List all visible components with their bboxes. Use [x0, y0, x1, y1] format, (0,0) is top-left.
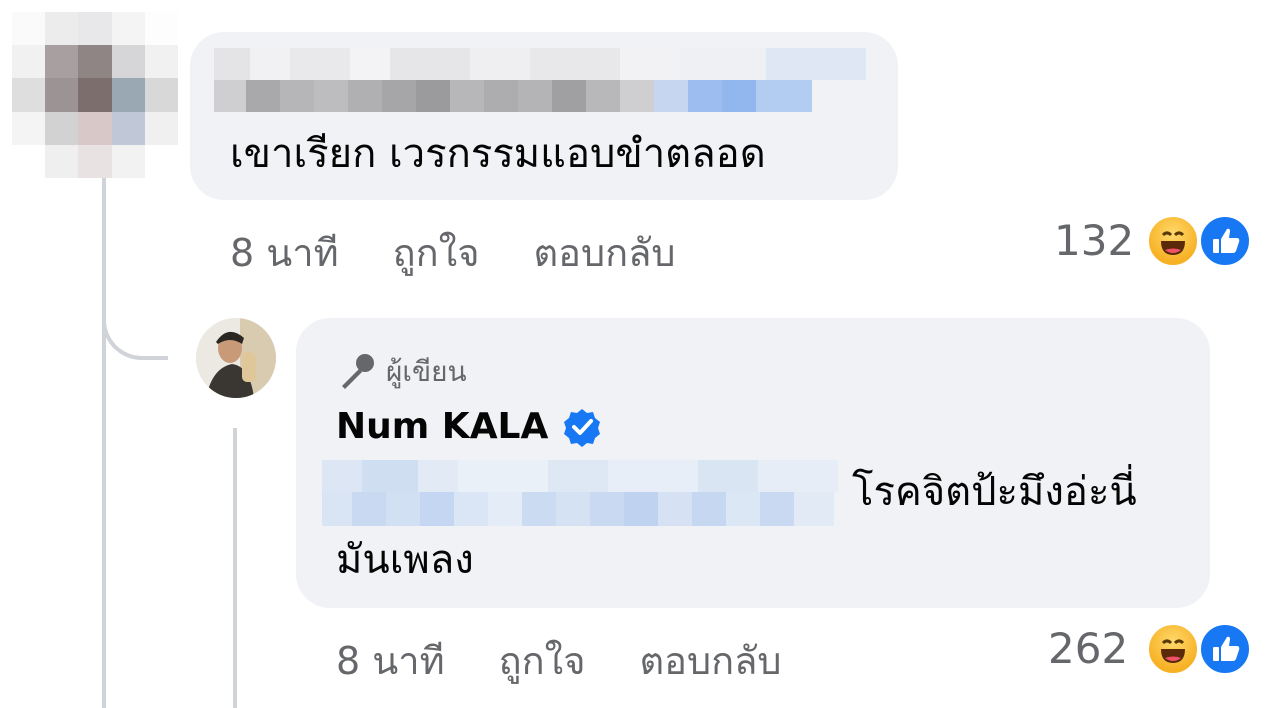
- reply-bubble: ผู้เขียน Num KALA โรคจิตป้ะมึงอ่ะนี่ มัน…: [296, 318, 1210, 608]
- comment-actions: 8 นาที ถูกใจ ตอบกลับ: [230, 222, 730, 283]
- reply-reply-button[interactable]: ตอบกลับ: [639, 630, 781, 691]
- reply-text-line1: โรคจิตป้ะมึงอ่ะนี่: [852, 469, 1137, 515]
- haha-icon[interactable]: [1146, 622, 1200, 676]
- blurred-author-tag: [214, 80, 866, 112]
- reply-like-button[interactable]: ถูกใจ: [499, 630, 586, 691]
- comment-bubble: เขาเรียก เวรกรรมแอบขำตลอด: [190, 32, 898, 200]
- reply-button[interactable]: ตอบกลับ: [533, 222, 675, 283]
- verified-badge-icon: [564, 408, 601, 447]
- blurred-mention-2: [322, 492, 838, 526]
- author-avatar[interactable]: [196, 318, 276, 398]
- author-badge: ผู้เขียน: [336, 350, 467, 394]
- reply-timestamp[interactable]: 8 นาที: [336, 630, 445, 691]
- comment-text: เขาเรียก เวรกรรมแอบขำตลอด: [230, 131, 766, 177]
- like-icon[interactable]: [1198, 214, 1252, 268]
- reply-thread-line: [233, 428, 237, 708]
- like-button[interactable]: ถูกใจ: [393, 222, 480, 283]
- like-icon[interactable]: [1198, 622, 1252, 676]
- reply-author[interactable]: Num KALA: [336, 406, 602, 447]
- reaction-count[interactable]: 132: [1054, 216, 1134, 265]
- haha-icon[interactable]: [1146, 214, 1200, 268]
- thread-connector: [102, 300, 168, 360]
- avatar[interactable]: [12, 12, 178, 178]
- reply-actions: 8 นาที ถูกใจ ตอบกลับ: [336, 630, 836, 691]
- reply-reaction-count[interactable]: 262: [1048, 624, 1128, 673]
- blurred-author-name: [214, 48, 866, 80]
- blurred-mention: [322, 460, 838, 492]
- author-badge-label: ผู้เขียน: [386, 355, 467, 388]
- comment-timestamp[interactable]: 8 นาที: [230, 222, 339, 283]
- reply-text-line2: มันเพลง: [336, 537, 474, 583]
- thread-line: [102, 178, 106, 708]
- reply-author-name[interactable]: Num KALA: [336, 406, 548, 447]
- microphone-icon: [342, 354, 374, 389]
